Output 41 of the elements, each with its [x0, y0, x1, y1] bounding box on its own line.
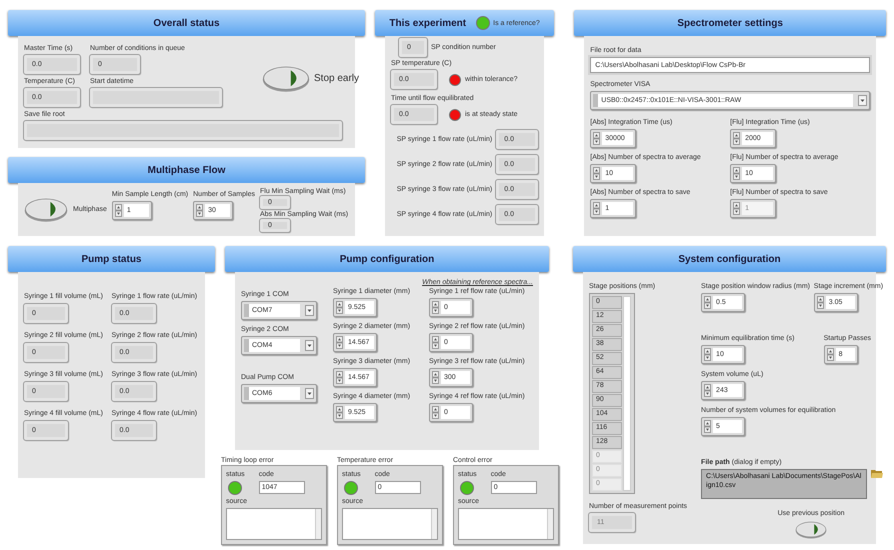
spinner-icon[interactable] [336, 336, 343, 349]
spinner-icon[interactable] [593, 132, 600, 145]
toggle-switch[interactable] [795, 521, 828, 539]
source-textarea[interactable] [226, 508, 322, 540]
spinner-icon[interactable] [816, 296, 824, 309]
spinner-icon[interactable] [336, 371, 343, 384]
spinner-icon[interactable] [432, 371, 439, 384]
folder-icon[interactable] [871, 469, 884, 478]
source-textarea[interactable] [458, 508, 554, 540]
spinner-icon[interactable] [114, 204, 122, 216]
button-label: Stop early [314, 72, 360, 86]
spinner-icon[interactable] [432, 336, 439, 349]
dropdown-icon[interactable] [305, 305, 314, 316]
panel-title: System configuration [678, 252, 781, 266]
dropdown-icon[interactable] [305, 340, 314, 351]
panel-title: Overall status [153, 16, 220, 30]
toggle-switch[interactable] [262, 64, 310, 92]
dropdown-icon[interactable] [858, 95, 867, 106]
panel-title: Multiphase Flow [148, 164, 226, 178]
dropdown-icon[interactable] [305, 388, 314, 399]
spinner-icon[interactable] [593, 202, 600, 215]
spinner-icon[interactable] [196, 204, 204, 216]
spinner-icon[interactable] [593, 167, 600, 180]
spinner-icon[interactable] [704, 420, 712, 433]
spinner-icon[interactable] [733, 132, 740, 145]
panel-title: Spectrometer settings [677, 16, 783, 30]
spinner-icon[interactable] [826, 348, 834, 361]
spinner-icon[interactable] [336, 406, 343, 419]
spinner-icon[interactable] [432, 406, 439, 419]
spinner-icon[interactable] [704, 296, 712, 309]
spinner-icon[interactable] [432, 301, 439, 314]
toggle-switch[interactable] [24, 196, 68, 222]
spinner-icon[interactable] [336, 301, 343, 314]
spinner-icon[interactable] [733, 167, 740, 180]
panel-title: Pump configuration [340, 252, 434, 266]
scrollbar[interactable] [623, 296, 631, 491]
panel-title: This experiment [389, 16, 466, 30]
panel-title: Pump status [81, 252, 142, 266]
spinner-icon[interactable] [704, 348, 712, 361]
spinner-icon[interactable] [704, 384, 712, 397]
source-textarea[interactable] [342, 508, 438, 540]
